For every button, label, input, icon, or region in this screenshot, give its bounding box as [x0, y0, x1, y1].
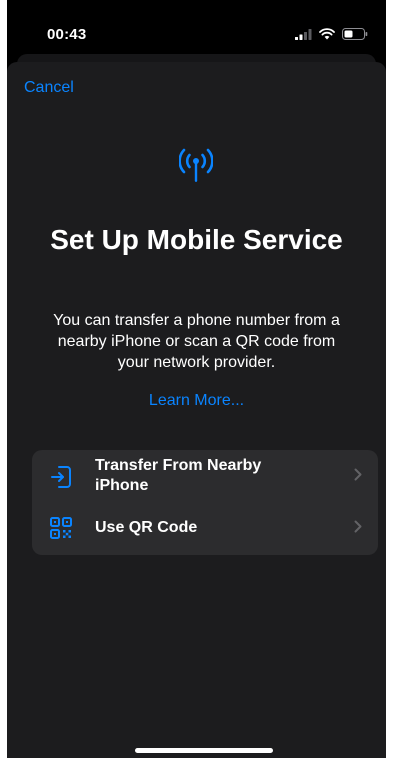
status-icons: [295, 28, 368, 40]
cancel-button[interactable]: Cancel: [24, 79, 74, 97]
battery-icon: [342, 28, 368, 40]
chevron-right-icon: [354, 520, 362, 533]
options-list: Transfer From Nearby iPhone Use QR Code: [32, 450, 378, 555]
use-qr-code-option[interactable]: Use QR Code: [32, 502, 378, 555]
phone-screen: 00:43 Cancel Set Up Mobile Service You c…: [7, 0, 386, 758]
learn-more-link[interactable]: Learn More...: [97, 392, 296, 410]
status-time: 00:43: [47, 26, 87, 43]
transfer-icon: [51, 466, 71, 488]
page-title: Set Up Mobile Service: [50, 224, 343, 255]
antenna-signal-icon: [179, 148, 213, 182]
option-label: Use QR Code: [95, 519, 198, 536]
setup-sheet: Cancel Set Up Mobile Service You can tra…: [7, 62, 386, 758]
transfer-from-nearby-iphone-option[interactable]: Transfer From Nearby iPhone: [32, 450, 378, 502]
qr-code-icon: [50, 517, 72, 539]
page-description: You can transfer a phone number from a n…: [53, 312, 340, 371]
home-indicator[interactable]: [135, 748, 273, 753]
status-bar: 00:43: [7, 0, 386, 56]
wifi-icon: [319, 28, 335, 40]
cellular-signal-icon: [295, 28, 312, 40]
option-label: Transfer From Nearby iPhone: [95, 457, 262, 494]
chevron-right-icon: [354, 468, 362, 481]
